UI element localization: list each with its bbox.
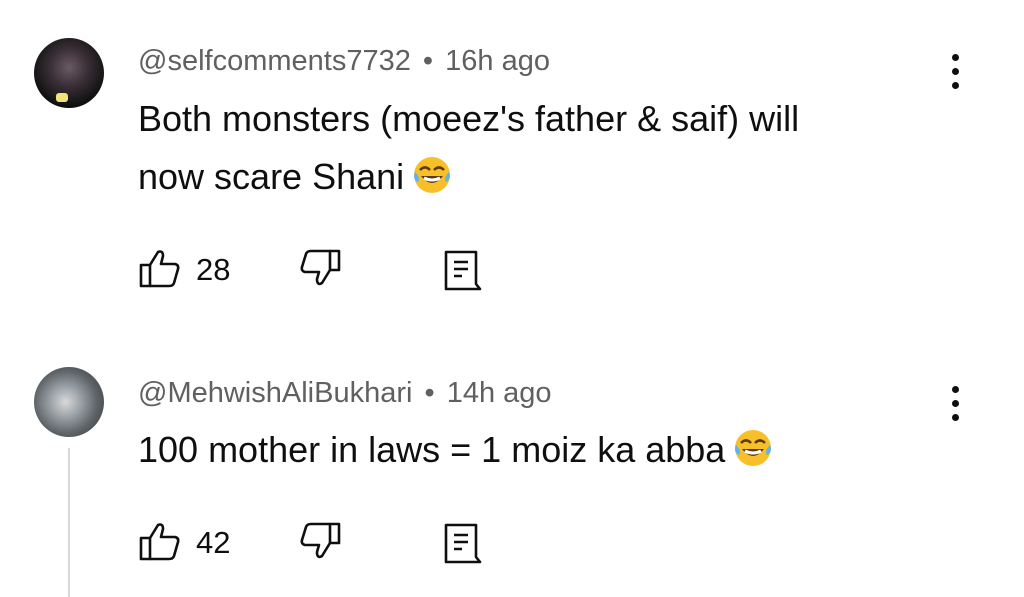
- comment-text: 100 mother in laws = 1 moiz ka abba: [138, 421, 773, 485]
- like-button[interactable]: [138, 521, 182, 566]
- vertical-ellipsis-icon: [952, 414, 959, 421]
- comment-actions: 28: [138, 248, 498, 292]
- dislike-button[interactable]: [298, 248, 342, 293]
- vertical-ellipsis-icon: [952, 82, 959, 89]
- reply-comment-icon: [444, 250, 482, 291]
- thumbs-up-icon: [139, 523, 180, 561]
- comment-timestamp[interactable]: 16h ago: [445, 45, 550, 77]
- face-with-tears-of-joy-icon: [412, 154, 452, 212]
- comment-text-line: 100 mother in laws = 1 moiz ka abba: [138, 429, 726, 470]
- comment-text: Both monsters (moeez's father & saif) wi…: [138, 90, 799, 212]
- comment-actions: 42: [138, 521, 498, 565]
- comment-meta: @selfcomments7732 • 16h ago: [138, 45, 550, 78]
- dislike-button[interactable]: [298, 521, 342, 566]
- comment-text-line: Both monsters (moeez's father & saif) wi…: [138, 98, 800, 139]
- face-with-tears-of-joy-icon: [733, 427, 773, 485]
- comment-text-line-with-emoji: now scare Shani: [138, 148, 799, 212]
- avatar[interactable]: [34, 38, 104, 108]
- thumbs-down-icon: [300, 522, 341, 559]
- comment-text-line: now scare Shani: [138, 156, 405, 197]
- vertical-ellipsis-icon: [952, 68, 959, 75]
- comment-author-handle[interactable]: @MehwishAliBukhari: [138, 377, 412, 409]
- more-options-button[interactable]: [944, 384, 968, 424]
- meta-separator: •: [424, 377, 435, 409]
- like-count: 42: [196, 525, 231, 560]
- comment-timestamp[interactable]: 14h ago: [447, 377, 552, 409]
- thumbs-down-icon: [300, 249, 341, 286]
- avatar-decoration: [56, 93, 68, 102]
- avatar[interactable]: [34, 367, 104, 437]
- comment-meta: @MehwishAliBukhari • 14h ago: [138, 377, 552, 410]
- meta-separator: •: [422, 45, 434, 77]
- comment-text-line-with-emoji: 100 mother in laws = 1 moiz ka abba: [138, 421, 773, 485]
- reply-thread-line: [68, 448, 70, 597]
- vertical-ellipsis-icon: [952, 400, 959, 407]
- like-count: 28: [196, 252, 231, 287]
- vertical-ellipsis-icon: [952, 386, 959, 393]
- reply-comment-icon: [444, 523, 482, 564]
- thumbs-up-icon: [139, 250, 180, 288]
- more-options-button[interactable]: [944, 52, 968, 92]
- reply-button[interactable]: [442, 521, 482, 570]
- reply-button[interactable]: [442, 248, 482, 297]
- comment-author-handle[interactable]: @selfcomments7732: [138, 45, 411, 77]
- like-button[interactable]: [138, 248, 182, 293]
- vertical-ellipsis-icon: [952, 54, 959, 61]
